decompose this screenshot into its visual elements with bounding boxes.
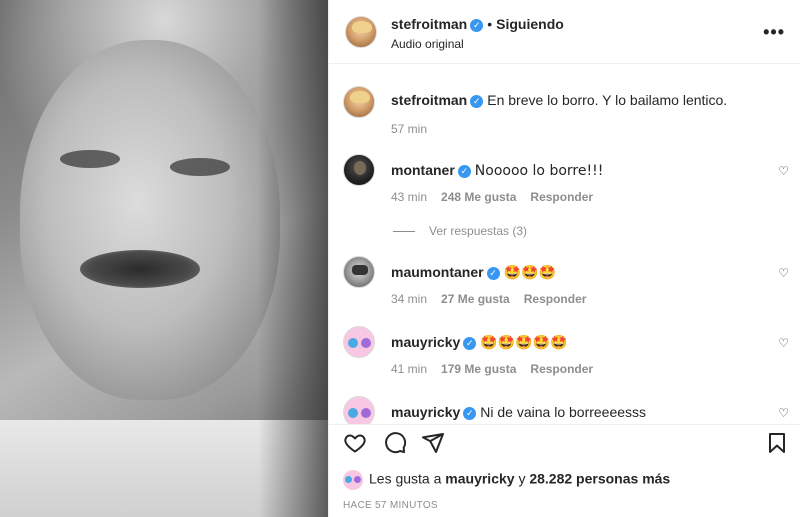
comment-text: 🤩🤩🤩🤩🤩 bbox=[480, 335, 568, 351]
like-comment-icon[interactable]: ♡ bbox=[778, 164, 789, 178]
avatar[interactable] bbox=[343, 470, 363, 490]
following-button[interactable]: Siguiendo bbox=[496, 16, 564, 32]
verified-icon: ✓ bbox=[463, 336, 477, 350]
caption-meta: 57 min bbox=[391, 122, 441, 136]
caption-time[interactable]: 57 min bbox=[391, 122, 427, 136]
post-actions-bar bbox=[329, 424, 800, 464]
comment-meta: 41 min 179 Me gusta Responder bbox=[391, 362, 607, 376]
comment-meta: 34 min 27 Me gusta Responder bbox=[391, 292, 600, 306]
video-frame-mouth bbox=[80, 250, 200, 288]
likes-count[interactable]: 28.282 personas más bbox=[529, 471, 670, 487]
comment-username[interactable]: mauyricky bbox=[391, 404, 460, 420]
comment-username[interactable]: montaner bbox=[391, 162, 455, 178]
audio-label[interactable]: Audio original bbox=[391, 37, 464, 51]
comment-likes[interactable]: 248 Me gusta bbox=[441, 190, 516, 204]
author-username[interactable]: stefroitman bbox=[391, 16, 467, 32]
avatar[interactable] bbox=[343, 256, 375, 288]
video-frame-shadow bbox=[258, 0, 328, 517]
comment-text: 🤩🤩🤩 bbox=[503, 265, 556, 281]
like-comment-icon[interactable]: ♡ bbox=[778, 336, 789, 350]
post-header: stefroitman ✓ • Siguiendo Audio original ••… bbox=[329, 0, 800, 64]
comment-text: Ni de vaina lo borreeeesss bbox=[480, 404, 647, 420]
comment-likes[interactable]: 27 Me gusta bbox=[441, 292, 510, 306]
likes-middle: y bbox=[518, 470, 526, 487]
caption-text: En breve lo borro. Y lo bailamo lentico. bbox=[487, 92, 728, 108]
video-frame-face bbox=[20, 40, 280, 400]
like-comment-icon[interactable]: ♡ bbox=[778, 406, 789, 420]
likes-user[interactable]: mauyricky bbox=[445, 471, 514, 487]
separator-dot: • bbox=[487, 16, 493, 32]
avatar[interactable] bbox=[345, 16, 377, 48]
avatar[interactable] bbox=[343, 86, 375, 118]
save-icon[interactable] bbox=[765, 431, 789, 455]
verified-icon: ✓ bbox=[457, 164, 471, 178]
post-author: stefroitman ✓ • Siguiendo bbox=[391, 16, 564, 32]
share-icon[interactable] bbox=[421, 431, 445, 455]
reply-button[interactable]: Responder bbox=[530, 190, 593, 204]
comment-time[interactable]: 43 min bbox=[391, 190, 427, 204]
comment-time[interactable]: 41 min bbox=[391, 362, 427, 376]
reply-button[interactable]: Responder bbox=[530, 362, 593, 376]
comment-likes[interactable]: 179 Me gusta bbox=[441, 362, 516, 376]
caption-username[interactable]: stefroitman bbox=[391, 92, 467, 108]
likes-prefix: Les gusta a bbox=[369, 470, 442, 487]
comment-meta: 43 min 248 Me gusta Responder bbox=[391, 190, 607, 204]
comment-icon[interactable] bbox=[383, 431, 407, 455]
verified-icon: ✓ bbox=[470, 18, 484, 32]
reply-button[interactable]: Responder bbox=[524, 292, 587, 306]
heart-icon[interactable] bbox=[343, 431, 367, 455]
view-replies-label: Ver respuestas (3) bbox=[429, 224, 528, 238]
comment-text: Nooooo lo borre!!! bbox=[474, 163, 604, 179]
verified-icon: ✓ bbox=[470, 94, 484, 108]
comment-time[interactable]: 34 min bbox=[391, 292, 427, 306]
avatar[interactable] bbox=[343, 154, 375, 186]
post-video[interactable] bbox=[0, 0, 328, 517]
likes-summary: Les gusta a mauyricky y 28.282 personas … bbox=[343, 470, 670, 490]
post-side-panel: stefroitman ✓ • Siguiendo Audio original ••… bbox=[328, 0, 800, 517]
comments-list: stefroitman ✓ En breve lo borro. Y lo bail… bbox=[329, 64, 800, 424]
view-replies-button[interactable]: Ver respuestas (3) bbox=[393, 224, 527, 238]
verified-icon: ✓ bbox=[463, 406, 477, 420]
avatar[interactable] bbox=[343, 396, 375, 424]
comment-username[interactable]: maumontaner bbox=[391, 264, 484, 280]
video-frame-eye bbox=[170, 158, 230, 176]
more-options-icon[interactable]: ••• bbox=[763, 22, 785, 43]
replies-divider bbox=[393, 231, 415, 233]
verified-icon: ✓ bbox=[486, 266, 500, 280]
comment-username[interactable]: mauyricky bbox=[391, 334, 460, 350]
avatar[interactable] bbox=[343, 326, 375, 358]
like-comment-icon[interactable]: ♡ bbox=[778, 266, 789, 280]
video-frame-eye bbox=[60, 150, 120, 168]
post-timestamp[interactable]: HACE 57 MINUTOS bbox=[343, 500, 438, 511]
